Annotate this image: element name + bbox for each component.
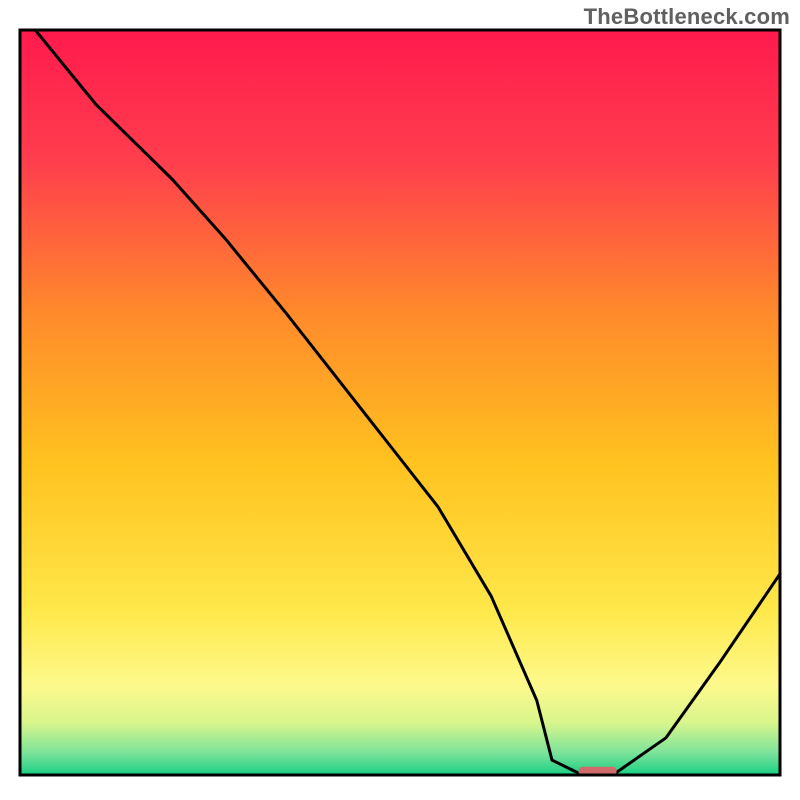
chart-svg (0, 0, 800, 800)
plot-area (20, 30, 780, 776)
bottleneck-chart: TheBottleneck.com (0, 0, 800, 800)
